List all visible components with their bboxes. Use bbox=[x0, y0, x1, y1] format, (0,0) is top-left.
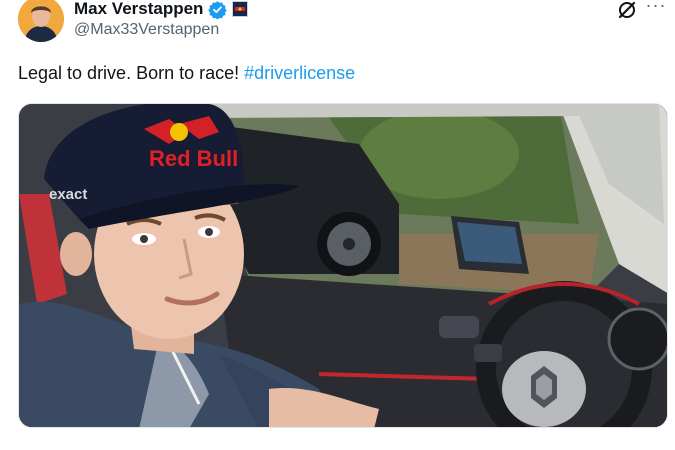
grok-icon[interactable] bbox=[617, 0, 637, 20]
avatar[interactable] bbox=[18, 0, 64, 42]
author-display-name[interactable]: Max Verstappen bbox=[74, 0, 203, 19]
cap-logo-text: Red Bull bbox=[149, 146, 238, 171]
verified-badge-icon[interactable] bbox=[208, 0, 228, 20]
author-handle[interactable]: @Max33Verstappen bbox=[74, 21, 219, 39]
cap-side-text: exact bbox=[49, 186, 87, 203]
author-name-row: Max Verstappen bbox=[74, 0, 249, 21]
tweet-card: Max Verstappen @Max33Verstappen ··· Lega… bbox=[0, 0, 675, 450]
affiliate-badge-icon[interactable] bbox=[232, 1, 249, 17]
photo-illustration: Red Bull exact bbox=[19, 104, 667, 427]
hashtag-link[interactable]: #driverlicense bbox=[244, 63, 355, 83]
avatar-image bbox=[18, 0, 64, 42]
tweet-media-photo[interactable]: Red Bull exact bbox=[18, 103, 668, 428]
more-options-icon[interactable]: ··· bbox=[645, 0, 667, 18]
tweet-body: Legal to drive. Born to race! bbox=[18, 63, 245, 83]
tweet-text: Legal to drive. Born to race! #driverlic… bbox=[18, 63, 355, 84]
